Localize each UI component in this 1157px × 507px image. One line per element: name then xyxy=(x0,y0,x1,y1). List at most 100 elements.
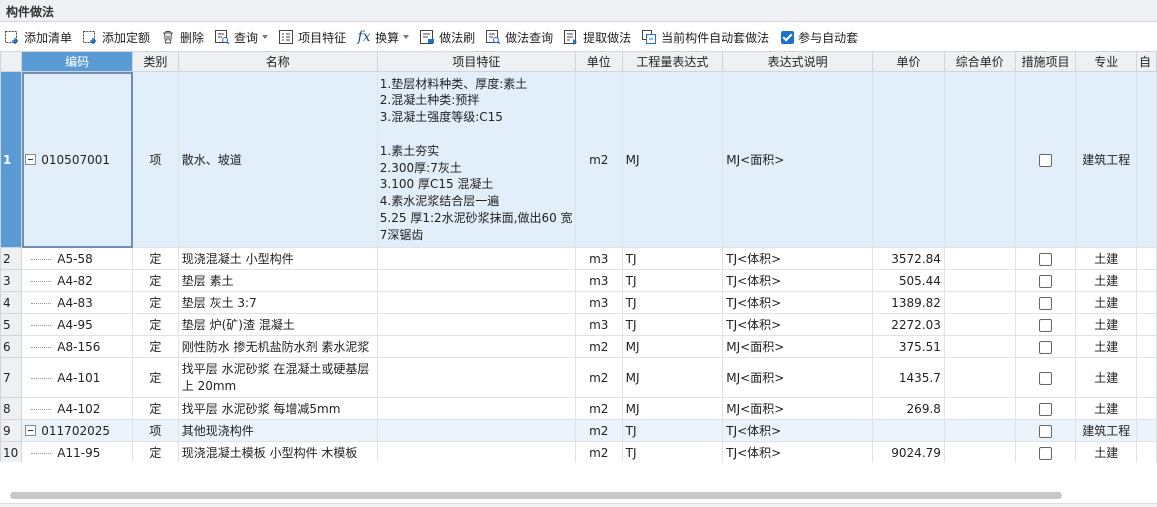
collapse-icon[interactable] xyxy=(25,424,37,436)
expression-cell[interactable]: TJ xyxy=(621,291,724,314)
expression-cell[interactable]: TJ xyxy=(621,419,724,442)
unit-cell[interactable]: m2 xyxy=(574,397,623,420)
col-name[interactable]: 名称 xyxy=(177,51,378,72)
table-row[interactable]: 1 010507001 项 散水、坡道 1.垫层材料种类、厚度:素土 2.混凝土… xyxy=(0,71,1157,248)
expression-desc-cell[interactable]: TJ<体积> xyxy=(722,291,874,314)
type-cell[interactable]: 定 xyxy=(132,313,179,336)
price-cell[interactable]: 1389.82 xyxy=(872,291,945,314)
table-row[interactable]: 9 011702025 项 其他现浇构件 m2 TJ TJ<体积> 建筑工程 xyxy=(0,419,1157,442)
measure-checkbox[interactable] xyxy=(1039,318,1053,332)
major-cell[interactable]: 土建 xyxy=(1075,247,1137,270)
name-cell[interactable]: 刚性防水 掺无机盐防水剂 素水泥浆 xyxy=(177,335,378,358)
major-cell[interactable]: 土建 xyxy=(1075,335,1137,358)
unit-cell[interactable]: m3 xyxy=(574,247,623,270)
measure-cell[interactable] xyxy=(1014,419,1077,442)
comp-price-cell[interactable] xyxy=(943,419,1016,442)
comp-price-cell[interactable] xyxy=(943,441,1016,462)
comp-price-cell[interactable] xyxy=(943,313,1016,336)
measure-cell[interactable] xyxy=(1014,269,1077,292)
table-row[interactable]: 3 A4-82 定 垫层 素土 m3 TJ TJ<体积> 505.44 土建 xyxy=(0,269,1157,292)
type-cell[interactable]: 定 xyxy=(132,335,179,358)
col-measure[interactable]: 措施项目 xyxy=(1014,51,1077,72)
code-cell[interactable]: 011702025 xyxy=(21,419,134,442)
price-cell[interactable] xyxy=(872,71,945,248)
table-row[interactable]: 5 A4-95 定 垫层 炉(矿)渣 混凝土 m3 TJ TJ<体积> 2272… xyxy=(0,313,1157,336)
name-cell[interactable]: 垫层 炉(矿)渣 混凝土 xyxy=(177,313,378,336)
expression-desc-cell[interactable]: MJ<面积> xyxy=(722,71,874,248)
major-cell[interactable]: 土建 xyxy=(1075,269,1137,292)
unit-cell[interactable]: m3 xyxy=(574,291,623,314)
major-cell[interactable]: 土建 xyxy=(1075,441,1137,462)
method-query-button[interactable]: 做法查询 xyxy=(483,26,557,48)
code-cell[interactable]: A4-83 xyxy=(21,291,134,314)
code-cell[interactable]: A4-102 xyxy=(21,397,134,420)
major-cell[interactable]: 建筑工程 xyxy=(1075,71,1137,248)
type-cell[interactable]: 定 xyxy=(132,357,179,398)
price-cell[interactable]: 505.44 xyxy=(872,269,945,292)
col-unit[interactable]: 单位 xyxy=(574,51,623,72)
expression-cell[interactable]: MJ xyxy=(621,397,724,420)
measure-checkbox[interactable] xyxy=(1039,424,1053,438)
expression-desc-cell[interactable]: TJ<体积> xyxy=(722,313,874,336)
measure-cell[interactable] xyxy=(1014,313,1077,336)
name-cell[interactable]: 垫层 素土 xyxy=(177,269,378,292)
convert-dropdown[interactable]: fx 换算 xyxy=(354,26,413,48)
type-cell[interactable]: 定 xyxy=(132,269,179,292)
unit-cell[interactable]: m3 xyxy=(574,313,623,336)
measure-checkbox[interactable] xyxy=(1039,296,1053,310)
code-cell[interactable]: 010507001 xyxy=(21,71,134,248)
expression-cell[interactable]: TJ xyxy=(621,441,724,462)
unit-cell[interactable]: m2 xyxy=(574,357,623,398)
expression-desc-cell[interactable]: MJ<面积> xyxy=(722,357,874,398)
comp-price-cell[interactable] xyxy=(943,397,1016,420)
expression-desc-cell[interactable]: TJ<体积> xyxy=(722,247,874,270)
type-cell[interactable]: 项 xyxy=(132,419,179,442)
comp-price-cell[interactable] xyxy=(943,247,1016,270)
col-overflow[interactable]: 自 xyxy=(1136,51,1157,72)
type-cell[interactable]: 定 xyxy=(132,247,179,270)
table-row[interactable]: 4 A4-83 定 垫层 灰土 3:7 m3 TJ TJ<体积> 1389.82… xyxy=(0,291,1157,314)
col-expression-desc[interactable]: 表达式说明 xyxy=(722,51,874,72)
table-row[interactable]: 6 A8-156 定 刚性防水 掺无机盐防水剂 素水泥浆 m2 MJ MJ<面积… xyxy=(0,335,1157,358)
comp-price-cell[interactable] xyxy=(943,335,1016,358)
name-cell[interactable]: 垫层 灰土 3:7 xyxy=(177,291,378,314)
auto-participate-checkbox[interactable]: 参与自动套 xyxy=(779,26,862,48)
query-dropdown[interactable]: 查询 xyxy=(212,26,272,48)
expression-desc-cell[interactable]: TJ<体积> xyxy=(722,419,874,442)
feature-cell[interactable] xyxy=(376,441,576,462)
price-cell[interactable] xyxy=(872,419,945,442)
measure-cell[interactable] xyxy=(1014,397,1077,420)
expression-cell[interactable]: MJ xyxy=(621,357,724,398)
auto-method-button[interactable]: 当前构件自动套做法 xyxy=(639,26,773,48)
measure-checkbox[interactable] xyxy=(1039,402,1053,416)
major-cell[interactable]: 土建 xyxy=(1075,397,1137,420)
code-cell[interactable]: A8-156 xyxy=(21,335,134,358)
name-cell[interactable]: 找平层 水泥砂浆 每增减5mm xyxy=(177,397,378,420)
measure-checkbox[interactable] xyxy=(1039,446,1053,460)
expression-cell[interactable]: TJ xyxy=(621,247,724,270)
col-code[interactable]: 编码 xyxy=(21,51,134,72)
feature-cell[interactable] xyxy=(376,269,576,292)
col-major[interactable]: 专业 xyxy=(1075,51,1137,72)
name-cell[interactable]: 现浇混凝土模板 小型构件 木模板 xyxy=(177,441,378,462)
price-cell[interactable]: 3572.84 xyxy=(872,247,945,270)
feature-cell[interactable] xyxy=(376,397,576,420)
price-cell[interactable]: 375.51 xyxy=(872,335,945,358)
unit-cell[interactable]: m3 xyxy=(574,269,623,292)
table-row[interactable]: 2 A5-58 定 现浇混凝土 小型构件 m3 TJ TJ<体积> 3572.8… xyxy=(0,247,1157,270)
name-cell[interactable]: 现浇混凝土 小型构件 xyxy=(177,247,378,270)
expression-desc-cell[interactable]: TJ<体积> xyxy=(722,269,874,292)
expression-cell[interactable]: TJ xyxy=(621,269,724,292)
major-cell[interactable]: 土建 xyxy=(1075,357,1137,398)
col-feature[interactable]: 项目特征 xyxy=(376,51,576,72)
measure-checkbox[interactable] xyxy=(1039,371,1053,385)
extract-method-button[interactable]: 提取做法 xyxy=(561,26,635,48)
method-brush-button[interactable]: 做法刷 xyxy=(417,26,479,48)
code-cell[interactable]: A4-101 xyxy=(21,357,134,398)
type-cell[interactable]: 项 xyxy=(132,71,179,248)
code-cell[interactable]: A11-95 xyxy=(21,441,134,462)
feature-cell[interactable] xyxy=(376,247,576,270)
code-cell[interactable]: A4-95 xyxy=(21,313,134,336)
horizontal-scrollbar[interactable] xyxy=(0,489,1157,501)
measure-cell[interactable] xyxy=(1014,357,1077,398)
